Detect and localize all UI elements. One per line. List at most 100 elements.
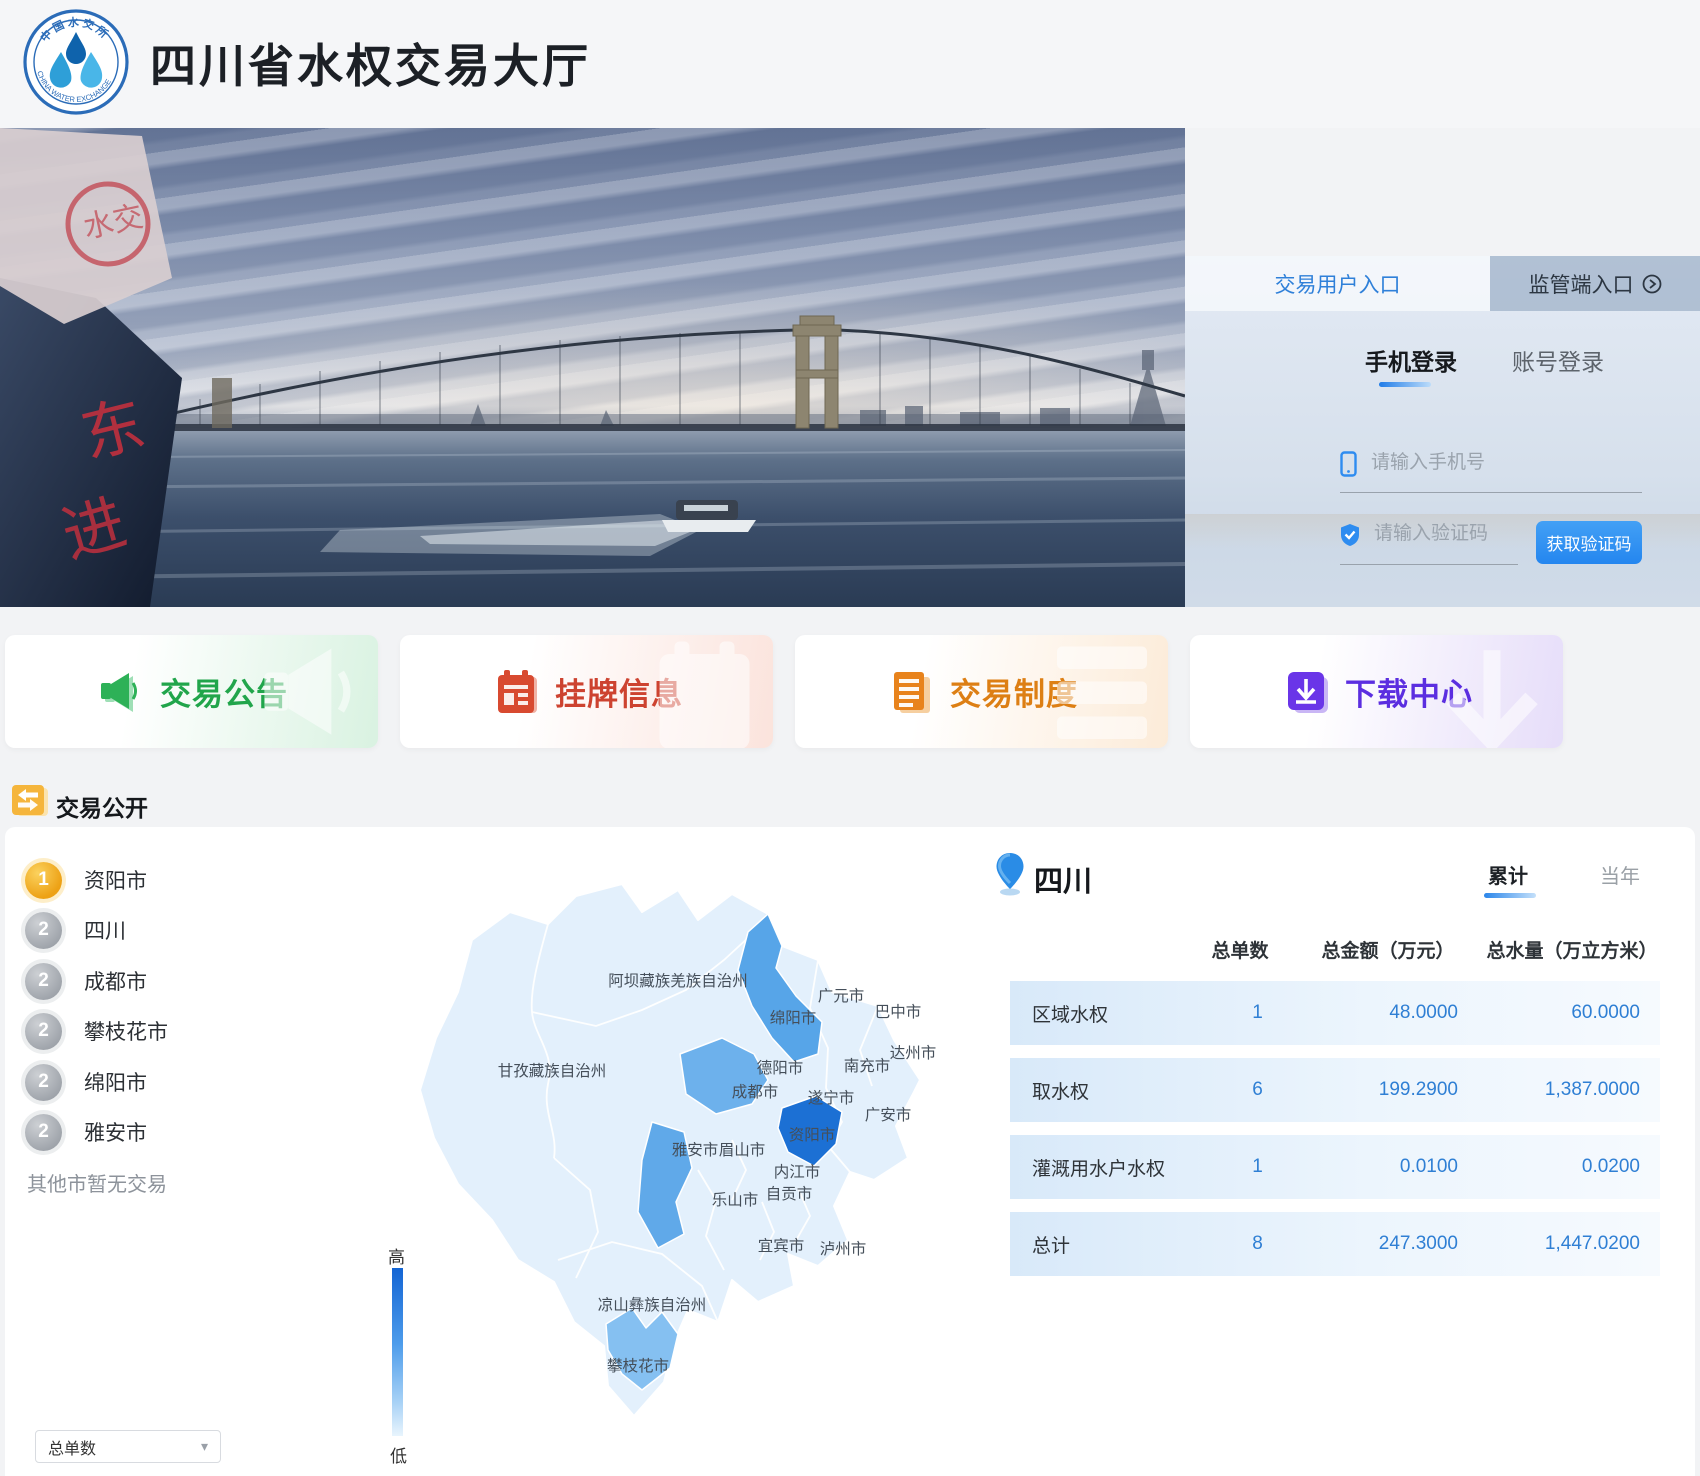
row-count: 6 xyxy=(1252,1079,1263,1100)
card-download-center[interactable]: 下载中心 xyxy=(1190,635,1563,748)
bridge-tower xyxy=(792,315,842,429)
city-name: 四川 xyxy=(84,920,126,943)
ranking-item[interactable]: 2 四川 xyxy=(25,911,126,949)
svg-text:阿坝藏族羌族自治州: 阿坝藏族羌族自治州 xyxy=(608,972,748,990)
table-row-regional-water-rights[interactable]: 区域水权 1 48.0000 60.0000 xyxy=(1010,981,1660,1045)
section-title: 交易公开 xyxy=(56,795,148,821)
column-header-volume: 总水量（万立方米） xyxy=(1486,941,1658,962)
phone-input[interactable] xyxy=(1371,452,1601,475)
listing-board-icon xyxy=(498,669,537,713)
svg-text:成都市: 成都市 xyxy=(732,1083,779,1101)
circle-arrow-icon xyxy=(1642,274,1661,293)
row-volume: 1,387.0000 xyxy=(1544,1079,1640,1100)
card-listing-info[interactable]: 挂牌信息 xyxy=(400,635,773,748)
svg-text:达州市: 达州市 xyxy=(890,1044,937,1062)
ranking-item[interactable]: 2 成都市 xyxy=(25,962,147,1000)
svg-text:南充市: 南充市 xyxy=(844,1057,891,1075)
svg-text:甘孜藏族自治州: 甘孜藏族自治州 xyxy=(498,1062,607,1080)
tab-trade-user-entry[interactable]: 交易用户入口 xyxy=(1185,256,1490,311)
svg-text:内江市: 内江市 xyxy=(774,1163,821,1181)
svg-text:宜宾市: 宜宾市 xyxy=(758,1237,805,1255)
get-code-button[interactable]: 获取验证码 xyxy=(1536,521,1642,564)
rank-badge: 2 xyxy=(25,1113,62,1151)
row-count: 8 xyxy=(1252,1233,1263,1254)
metric-select-dropdown[interactable]: 总单数 ▾ xyxy=(35,1430,221,1463)
rank-badge: 2 xyxy=(25,1012,62,1050)
hero-banner: 水交 东 进 交易用户入口 监管端入口 手机登录 账号登录 请输入手机号 请输入… xyxy=(0,128,1700,607)
city-name: 绵阳市 xyxy=(84,1072,147,1095)
ranking-item[interactable]: 2 雅安市 xyxy=(25,1113,147,1151)
tab-trade-user-label: 交易用户入口 xyxy=(1274,273,1401,297)
no-trade-note: 其他市暂无交易 xyxy=(27,1174,167,1196)
location-pin-icon xyxy=(996,853,1024,896)
active-tab-underline xyxy=(1379,382,1431,387)
row-amount: 0.0100 xyxy=(1399,1156,1458,1177)
svg-text:雅安市: 雅安市 xyxy=(672,1141,719,1159)
legend-gradient-bar xyxy=(392,1268,403,1436)
rank-badge: 1 xyxy=(25,861,62,899)
svg-text:眉山市: 眉山市 xyxy=(719,1141,766,1159)
row-volume: 1,447.0200 xyxy=(1544,1233,1640,1254)
city-name: 资阳市 xyxy=(84,870,147,893)
svg-text:乐山市: 乐山市 xyxy=(712,1191,759,1209)
card-trade-announcements[interactable]: 交易公告 xyxy=(5,635,378,748)
svg-text:广元市: 广元市 xyxy=(818,987,865,1005)
rank-badge: 2 xyxy=(25,962,62,1000)
stats-region-title: 四川 xyxy=(1034,866,1093,898)
tab-account-login[interactable]: 账号登录 xyxy=(1512,343,1604,377)
tab-cumulative[interactable]: 累计 xyxy=(1484,860,1536,898)
svg-text:巴中市: 巴中市 xyxy=(875,1003,922,1021)
tab-regulator-label: 监管端入口 xyxy=(1528,273,1634,297)
table-row-irrigation-user-rights[interactable]: 灌溉用水户水权 1 0.0100 0.0200 xyxy=(1010,1135,1660,1199)
city-name: 雅安市 xyxy=(84,1122,147,1145)
sichuan-province-map[interactable]: 阿坝藏族羌族自治州 甘孜藏族自治州 广元市 绵阳市 巴中市 达州市 南充市 德阳… xyxy=(380,840,940,1440)
boat-bow: 水交 东 进 xyxy=(0,128,182,607)
row-amount: 48.0000 xyxy=(1389,1002,1458,1023)
table-row-water-intake-rights[interactable]: 取水权 6 199.2900 1,387.0000 xyxy=(1010,1058,1660,1122)
ranking-item[interactable]: 2 攀枝花市 xyxy=(25,1012,168,1050)
city-name: 成都市 xyxy=(84,971,147,994)
active-tab-underline xyxy=(1484,893,1536,898)
card-trade-rules[interactable]: 交易制度 xyxy=(795,635,1168,748)
login-panel: 交易用户入口 监管端入口 手机登录 账号登录 请输入手机号 请输入验证码 获取验… xyxy=(1185,256,1700,607)
hero-photo: 水交 东 进 xyxy=(0,128,1185,607)
row-count: 1 xyxy=(1252,1002,1263,1023)
ranking-item[interactable]: 2 绵阳市 xyxy=(25,1063,147,1101)
row-label: 取水权 xyxy=(1032,1081,1090,1103)
legend-low-label: 低 xyxy=(390,1447,407,1466)
phone-field xyxy=(1340,451,1642,493)
tab-phone-login[interactable]: 手机登录 xyxy=(1365,343,1457,387)
svg-text:德阳市: 德阳市 xyxy=(757,1059,804,1077)
code-input[interactable] xyxy=(1374,523,1504,546)
far-bridge-tower xyxy=(212,378,232,428)
row-amount: 247.3000 xyxy=(1378,1233,1458,1254)
svg-text:资阳市: 资阳市 xyxy=(789,1126,836,1144)
svg-text:自贡市: 自贡市 xyxy=(766,1185,813,1203)
download-icon xyxy=(1288,671,1328,713)
bridge-river-illustration: 水交 东 进 xyxy=(0,128,1185,607)
trade-disclosure-icon xyxy=(12,785,48,816)
megaphone-icon xyxy=(101,672,137,712)
row-volume: 60.0000 xyxy=(1571,1002,1640,1023)
svg-text:绵阳市: 绵阳市 xyxy=(770,1009,817,1027)
svg-text:凉山彝族自治州: 凉山彝族自治州 xyxy=(598,1296,707,1314)
table-row-total[interactable]: 总计 8 247.3000 1,447.0200 xyxy=(1010,1212,1660,1276)
document-watermark xyxy=(1057,646,1147,739)
listing-watermark xyxy=(659,641,750,748)
row-label: 灌溉用水户水权 xyxy=(1032,1158,1166,1180)
china-water-exchange-logo: 中 国 水 交 所 CHINA WATER EXCHANGE xyxy=(23,9,129,115)
tab-regulator-entry[interactable]: 监管端入口 xyxy=(1490,256,1700,311)
page-title: 四川省水权交易大厅 xyxy=(150,40,591,92)
svg-text:攀枝花市: 攀枝花市 xyxy=(607,1357,669,1375)
page-header: 中 国 水 交 所 CHINA WATER EXCHANGE 四川省水权交易大厅 xyxy=(0,0,1700,128)
ranking-item[interactable]: 1 资阳市 xyxy=(25,861,147,899)
metric-select-value: 总单数 xyxy=(48,1440,97,1458)
column-header-amount: 总金额（万元） xyxy=(1321,941,1455,962)
row-label: 区域水权 xyxy=(1032,1004,1109,1026)
megaphone-watermark xyxy=(264,648,351,735)
account-login-label: 账号登录 xyxy=(1512,349,1604,375)
suspension-bridge xyxy=(119,328,1185,428)
tab-current-year[interactable]: 当年 xyxy=(1600,860,1640,889)
cumulative-label: 累计 xyxy=(1488,866,1528,888)
svg-text:广安市: 广安市 xyxy=(865,1106,912,1124)
